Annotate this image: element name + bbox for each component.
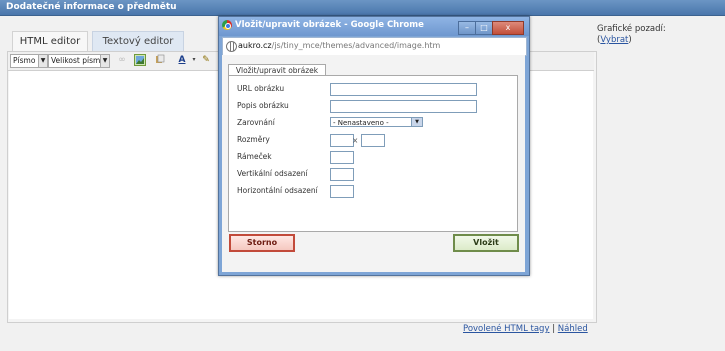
font-select-value: Písmo	[13, 56, 36, 65]
width-input[interactable]	[330, 134, 354, 147]
height-input[interactable]	[361, 134, 385, 147]
url-label: URL obrázku	[237, 84, 285, 93]
font-size-select[interactable]: Velikost písma ▼	[48, 54, 110, 68]
window-title: Vložit/upravit obrázek - Google Chrome	[235, 20, 424, 30]
footer-links: Povolené HTML tagy | Náhled	[463, 324, 588, 334]
dimensions-label: Rozměry	[237, 135, 270, 144]
font-size-select-value: Velikost písma	[51, 56, 105, 65]
align-select[interactable]: - Nenastaveno - ▼	[330, 117, 423, 127]
image-icon[interactable]	[134, 54, 146, 66]
text-color-icon[interactable]: A	[176, 54, 188, 66]
background-panel: Grafické pozadí: (Vybrat)	[597, 24, 717, 46]
highlight-icon[interactable]: ✎	[200, 54, 212, 66]
paren-close: )	[628, 35, 632, 45]
border-input[interactable]	[330, 151, 354, 164]
globe-icon	[226, 41, 237, 52]
border-label: Rámeček	[237, 152, 272, 161]
footer-separator: |	[552, 324, 556, 334]
url-text: aukro.cz/js/tiny_mce/themes/advanced/ima…	[238, 41, 440, 50]
font-select[interactable]: Písmo ▼	[10, 54, 48, 68]
link-icon[interactable]: ∞	[116, 54, 128, 66]
vertical-spacing-label: Vertikální odsazení	[237, 169, 308, 178]
choose-background-link[interactable]: Vybrat	[600, 35, 628, 45]
image-url-input[interactable]	[330, 83, 477, 96]
close-button[interactable]: x	[492, 21, 524, 35]
allowed-html-tags-link[interactable]: Povolené HTML tagy	[463, 324, 550, 334]
background-label: Grafické pozadí:	[597, 24, 666, 34]
url-path: /js/tiny_mce/themes/advanced/image.htm	[271, 41, 441, 50]
chevron-down-icon: ▼	[38, 55, 47, 67]
horizontal-spacing-input[interactable]	[330, 185, 354, 198]
page-header-title: Dodatečné informace o předmětu	[6, 2, 177, 12]
minimize-button[interactable]: –	[458, 21, 476, 35]
tab-html-editor[interactable]: HTML editor	[12, 31, 88, 52]
chevron-down-icon: ▼	[411, 118, 422, 126]
chevron-down-icon[interactable]: ▾	[188, 54, 200, 66]
paste-icon[interactable]	[154, 54, 166, 66]
maximize-button[interactable]: □	[475, 21, 493, 35]
dimensions-separator: ×	[352, 136, 359, 145]
url-host: aukro.cz	[238, 41, 272, 50]
page-header: Dodatečné informace o předmětu	[0, 0, 725, 16]
chrome-icon	[222, 20, 232, 30]
tab-text-editor[interactable]: Textový editor	[92, 31, 184, 52]
align-label: Zarovnání	[237, 118, 275, 127]
cancel-button[interactable]: Storno	[229, 234, 295, 252]
background-link-wrap: (Vybrat)	[597, 35, 717, 46]
preview-link[interactable]: Náhled	[558, 324, 588, 334]
description-label: Popis obrázku	[237, 101, 289, 110]
image-description-input[interactable]	[330, 100, 477, 113]
align-select-value: - Nenastaveno -	[333, 119, 389, 127]
chevron-down-icon: ▼	[100, 55, 109, 67]
horizontal-spacing-label: Horizontální odsazení	[237, 186, 318, 195]
vertical-spacing-input[interactable]	[330, 168, 354, 181]
insert-button[interactable]: Vložit	[453, 234, 519, 252]
